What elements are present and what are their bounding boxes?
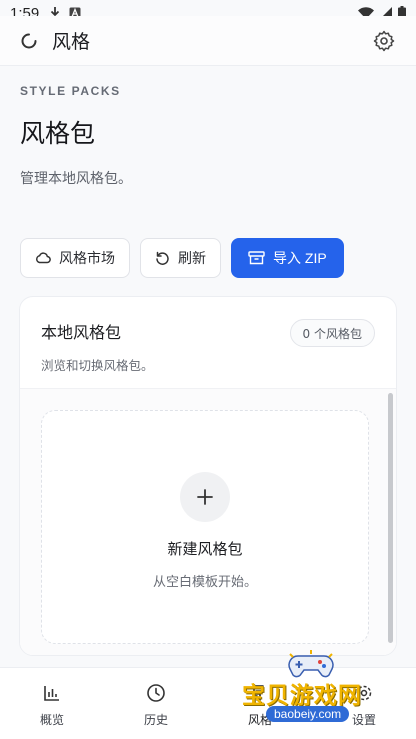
import-zip-label: 导入 ZIP [273,250,327,266]
refresh-button[interactable]: 刷新 [140,238,221,278]
import-zip-button[interactable]: 导入 ZIP [231,238,344,278]
action-bar: 风格市场 刷新 导入 ZIP [20,238,344,278]
card-description: 浏览和切换风格包。 [41,358,154,373]
nav-label: 概览 [39,713,64,727]
new-pack-description: 从空白模板开始。 [152,575,257,590]
plus-icon [197,489,213,505]
nav-item-overview[interactable]: 概览 [0,668,104,739]
card-header: 本地风格包 浏览和切换风格包。 0 个风格包 [20,297,396,389]
refresh-label: 刷新 [178,251,206,267]
clock-icon [147,684,165,702]
local-packs-card: 本地风格包 浏览和切换风格包。 0 个风格包 新建风格包 从空白模板开始。 [19,296,397,656]
bottom-nav: 概览 历史 风格 设置 [0,667,416,739]
settings-icon [356,685,372,701]
card-body: 新建风格包 从空白模板开始。 [20,389,396,655]
app-title: 风格 [52,31,91,53]
section-eyebrow: STYLE PACKS [20,84,121,98]
pack-count-badge: 0 个风格包 [289,319,375,347]
app-bar: 风格 [0,16,416,66]
new-pack-title: 新建风格包 [167,540,243,558]
nav-item-history[interactable]: 历史 [104,668,208,739]
plus-circle [180,472,230,522]
nav-label: 风格 [247,713,272,727]
refresh-icon [156,251,169,265]
archive-box-icon [248,251,265,265]
nav-item-settings[interactable]: 设置 [312,668,416,739]
new-style-pack-button[interactable]: 新建风格包 从空白模板开始。 [41,410,369,644]
nav-item-style[interactable]: 风格 [208,668,312,739]
nav-label: 设置 [351,713,376,727]
style-market-button[interactable]: 风格市场 [20,238,130,278]
palette-icon [253,685,264,701]
scrollbar[interactable] [388,393,393,643]
page-header: STYLE PACKS 风格包 管理本地风格包。 [20,84,396,188]
bar-chart-icon [44,686,59,701]
loading-ring-icon [21,33,37,48]
page-title: 风格包 [20,119,96,148]
page-subtitle: 管理本地风格包。 [20,171,132,187]
style-market-label: 风格市场 [59,251,115,267]
gear-icon[interactable] [372,29,396,53]
nav-label: 历史 [143,713,168,727]
cloud-icon [36,252,51,264]
